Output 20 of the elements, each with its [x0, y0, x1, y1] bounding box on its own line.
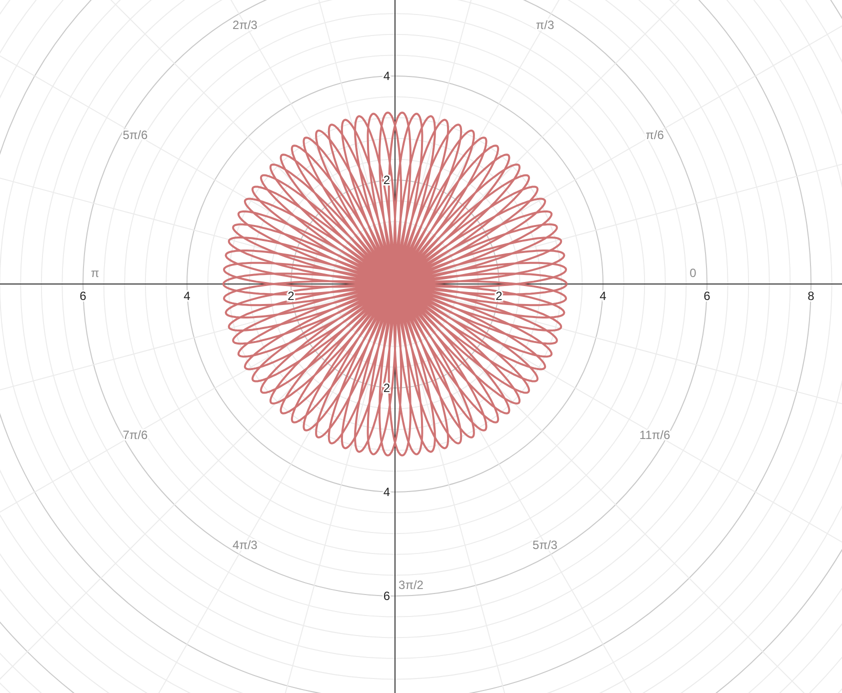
angle-label: 5π/3 — [532, 538, 558, 552]
tick-label: 8 — [808, 289, 814, 303]
angle-label: 7π/6 — [122, 428, 148, 442]
angle-label: 11π/6 — [639, 428, 670, 442]
angle-label: π — [90, 266, 100, 280]
angle-label: 5π/6 — [122, 128, 148, 142]
angle-label: π/6 — [646, 128, 664, 142]
angle-label: π/3 — [536, 18, 554, 32]
tick-label: 4 — [600, 289, 606, 303]
angle-label: 3π/2 — [398, 578, 424, 592]
angle-label: 4π/3 — [232, 538, 258, 552]
tick-label: 4 — [184, 289, 190, 303]
tick-label: 6 — [704, 289, 710, 303]
tick-label: 4 — [383, 485, 390, 499]
tick-label: 6 — [383, 589, 390, 603]
tick-label: 2 — [496, 289, 502, 303]
tick-label: 6 — [80, 289, 86, 303]
angle-label: 2π/3 — [232, 18, 258, 32]
angle-label: 0 — [690, 266, 696, 280]
tick-label: 4 — [383, 69, 390, 83]
